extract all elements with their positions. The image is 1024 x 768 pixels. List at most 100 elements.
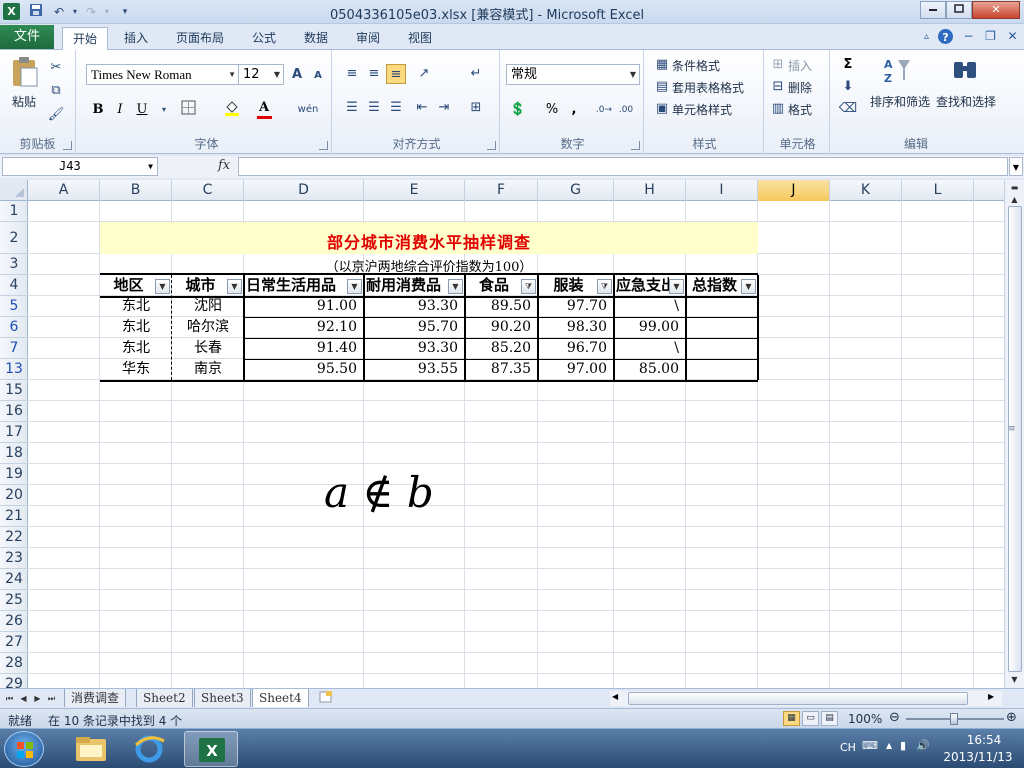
table-cell[interactable]: \ — [614, 296, 686, 317]
table-cell[interactable]: 96.70 — [538, 338, 614, 359]
workbook-minimize-icon[interactable]: − — [960, 28, 977, 45]
table-cell[interactable]: 89.50 — [465, 296, 538, 317]
table-cell[interactable]: 97.70 — [538, 296, 614, 317]
tab-data[interactable]: 数据 — [294, 27, 338, 49]
orientation-icon[interactable]: ↗ — [414, 64, 434, 84]
clear-icon[interactable]: ⌫ — [838, 99, 858, 119]
start-button[interactable] — [4, 731, 44, 767]
fill-icon[interactable]: ⬇ — [838, 77, 858, 97]
delete-cells-button[interactable]: 删除 — [788, 79, 812, 96]
column-header-f[interactable]: F — [465, 180, 538, 201]
table-cell[interactable]: \ — [614, 338, 686, 359]
sort-filter-icon[interactable]: AZ — [882, 56, 912, 88]
align-left-icon[interactable]: ☰ — [342, 98, 362, 118]
format-cells-button[interactable]: 格式 — [788, 101, 812, 118]
column-header-j[interactable]: J — [758, 180, 830, 201]
table-cell[interactable]: 东北 — [100, 317, 172, 338]
volume-icon[interactable]: 🔊 — [916, 739, 930, 752]
table-cell[interactable]: 东北 — [100, 338, 172, 359]
insert-sheet-icon[interactable] — [318, 691, 334, 706]
align-right-icon[interactable]: ☰ — [386, 98, 406, 118]
sheet-tab-sheet3[interactable]: Sheet3 — [194, 689, 251, 707]
clipboard-launcher-icon[interactable] — [63, 141, 72, 150]
align-center-icon[interactable]: ☰ — [364, 98, 384, 118]
sheet-tab-consumption[interactable]: 消费调查 — [64, 689, 127, 707]
column-header-h[interactable]: H — [614, 180, 686, 201]
minimize-ribbon-icon[interactable]: ▵ — [918, 28, 935, 45]
clock-time[interactable]: 16:54 — [954, 733, 1014, 747]
row-header-4[interactable]: 4 — [0, 275, 28, 296]
paste-icon[interactable] — [10, 56, 40, 90]
sort-filter-button[interactable]: 排序和筛选 — [870, 93, 930, 110]
find-select-icon[interactable] — [950, 56, 980, 88]
percent-style-button[interactable]: % — [542, 100, 562, 120]
worksheet-grid[interactable]: ABCDEFGHIJKL 1 2 3 4 5 6 7 13 15 16 17 18 19 20 21 22 23… — [0, 180, 1004, 688]
filter-dropdown-icon[interactable]: ▼ — [347, 279, 362, 294]
formula-input[interactable] — [238, 157, 1008, 176]
filter-dropdown-icon[interactable]: ▼ — [448, 279, 463, 294]
delete-cells-icon[interactable]: ⊟ — [768, 77, 788, 97]
row-header-29[interactable]: 29 — [0, 674, 28, 688]
row-header-7[interactable]: 7 — [0, 338, 28, 359]
underline-button[interactable]: U — [132, 100, 152, 120]
table-cell[interactable]: 华东 — [100, 359, 172, 380]
borders-icon[interactable] — [178, 100, 198, 120]
column-header-e[interactable]: E — [364, 180, 465, 201]
ie-taskbar-icon[interactable] — [122, 731, 176, 767]
table-cell[interactable]: 沈阳 — [172, 296, 244, 317]
table-cell[interactable]: 93.55 — [364, 359, 465, 380]
equation-object[interactable]: a ∉ b — [324, 468, 434, 517]
number-launcher-icon[interactable] — [631, 141, 640, 150]
row-header-28[interactable]: 28 — [0, 653, 28, 674]
autosum-button[interactable]: Σ — [838, 55, 858, 75]
cut-icon[interactable]: ✂ — [46, 58, 66, 78]
column-header-b[interactable]: B — [100, 180, 172, 201]
page-break-view-icon[interactable]: ▤ — [821, 711, 838, 726]
vertical-scroll-thumb[interactable] — [1008, 206, 1022, 672]
tab-review[interactable]: 审阅 — [346, 27, 390, 49]
row-header-15[interactable]: 15 — [0, 380, 28, 401]
underline-dropdown-icon[interactable]: ▾ — [154, 100, 174, 120]
prev-sheet-icon[interactable]: ◀ — [18, 691, 29, 706]
row-header-27[interactable]: 27 — [0, 632, 28, 653]
restore-button[interactable] — [946, 1, 972, 19]
table-header-cell[interactable]: 应急支出 — [616, 275, 669, 296]
row-header-21[interactable]: 21 — [0, 506, 28, 527]
grow-font-icon[interactable]: A — [287, 65, 307, 85]
sheet-title[interactable]: 部分城市消费水平抽样调查 — [100, 229, 758, 253]
customize-toolbar-icon[interactable]: ▾ — [116, 3, 134, 21]
table-cell[interactable]: 东北 — [100, 296, 172, 317]
table-cell[interactable]: 91.00 — [244, 296, 364, 317]
input-language[interactable]: CH — [840, 741, 856, 754]
name-box[interactable]: J43 ▼ — [2, 157, 158, 176]
next-sheet-icon[interactable]: ▶ — [32, 691, 43, 706]
increase-indent-icon[interactable]: ⇥ — [434, 98, 454, 118]
column-header-i[interactable]: I — [686, 180, 758, 201]
filter-dropdown-icon[interactable]: ▼ — [741, 279, 756, 294]
alignment-launcher-icon[interactable] — [487, 141, 496, 150]
table-cell[interactable]: 92.10 — [244, 317, 364, 338]
expand-formula-bar-icon[interactable]: ▼ — [1009, 157, 1023, 176]
minimize-button[interactable] — [920, 1, 946, 19]
filter-dropdown-icon[interactable]: ▼ — [227, 279, 242, 294]
table-cell[interactable]: 93.30 — [364, 338, 465, 359]
table-cell[interactable]: 98.30 — [538, 317, 614, 338]
column-header-g[interactable]: G — [538, 180, 614, 201]
row-header-6[interactable]: 6 — [0, 317, 28, 338]
tab-insert[interactable]: 插入 — [114, 27, 158, 49]
row-header-22[interactable]: 22 — [0, 527, 28, 548]
format-painter-icon[interactable]: 🖌 — [46, 105, 66, 125]
table-header-cell[interactable]: 地区 — [102, 275, 155, 296]
table-header-cell[interactable]: 食品 — [467, 275, 521, 296]
accounting-format-icon[interactable]: 💲 — [508, 100, 528, 120]
table-header-cell[interactable]: 城市 — [174, 275, 227, 296]
increase-decimal-icon[interactable]: .0→ — [594, 100, 614, 120]
normal-view-icon[interactable]: ▦ — [783, 711, 800, 726]
column-header-a[interactable]: A — [28, 180, 100, 201]
horizontal-scrollbar[interactable]: ◀ ▶ — [610, 691, 1002, 706]
cell-styles-button[interactable]: 单元格样式 — [672, 101, 732, 118]
table-cell[interactable]: 93.30 — [364, 296, 465, 317]
table-cell[interactable]: 哈尔滨 — [172, 317, 244, 338]
tab-home[interactable]: 开始 — [62, 27, 109, 51]
sheet-tab-sheet4[interactable]: Sheet4 — [252, 689, 309, 707]
